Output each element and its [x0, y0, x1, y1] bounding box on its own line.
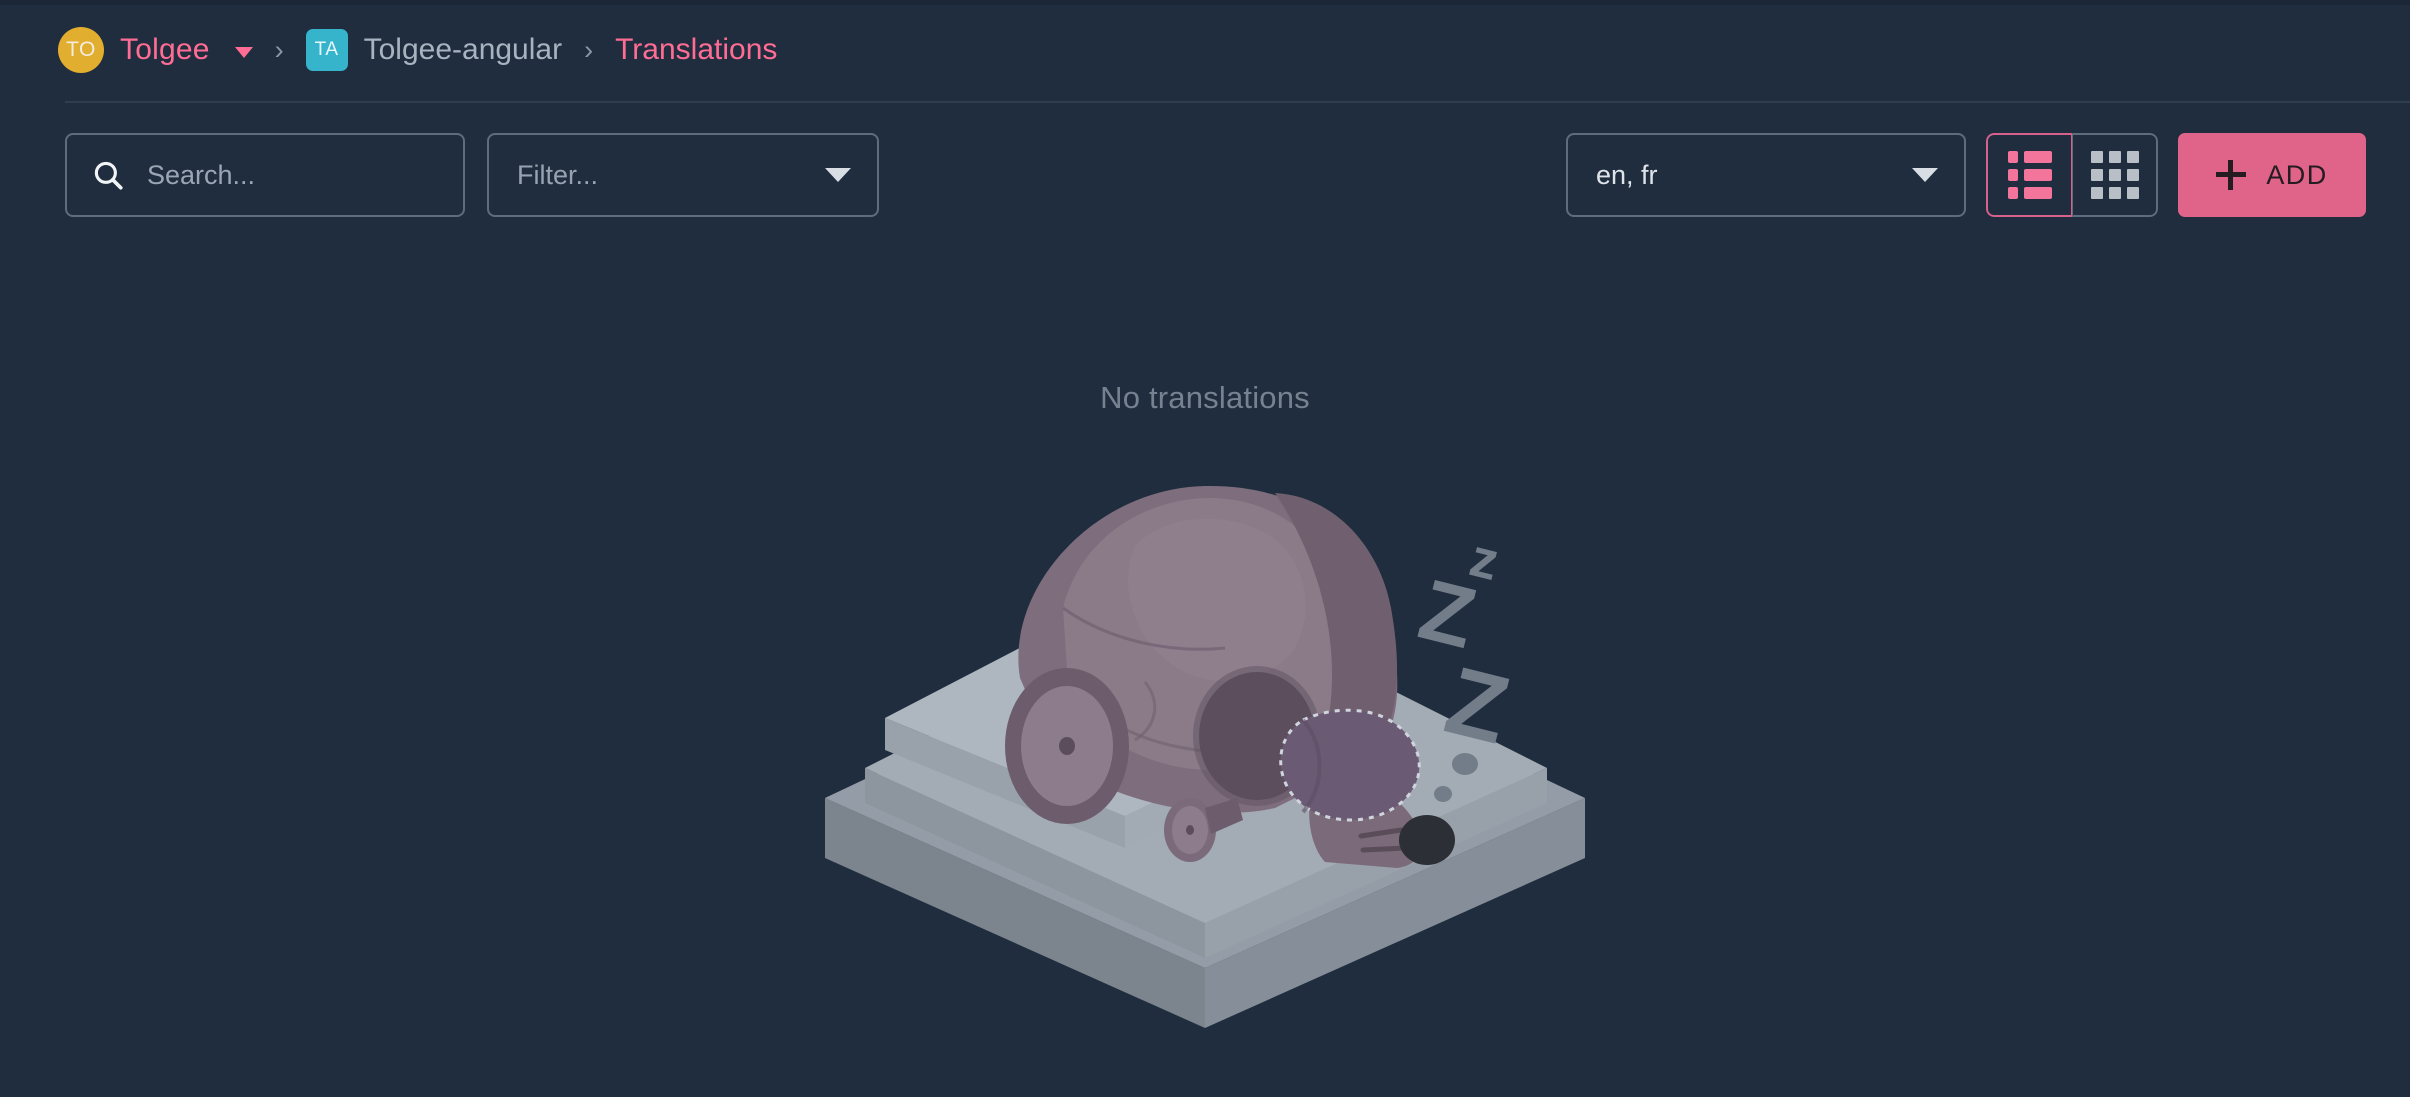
- toolbar-right-group: en, fr ADD: [1566, 133, 2366, 217]
- toolbar-left-group: Search... Filter...: [65, 133, 879, 217]
- breadcrumb: TO Tolgee › TA Tolgee-angular › Translat…: [58, 22, 777, 78]
- project-label: Tolgee-angular: [363, 33, 563, 66]
- breadcrumb-current-page: Translations: [615, 33, 778, 66]
- header-divider: [65, 101, 2410, 103]
- search-input[interactable]: Search...: [65, 133, 465, 217]
- breadcrumb-separator-2: ›: [584, 34, 594, 65]
- view-mode-grid-button[interactable]: [2072, 133, 2158, 217]
- breadcrumb-project[interactable]: TA Tolgee-angular: [305, 29, 563, 71]
- organization-label: Tolgee: [120, 33, 210, 66]
- breadcrumb-organization[interactable]: TO Tolgee: [58, 27, 253, 73]
- add-translation-button[interactable]: ADD: [2178, 133, 2366, 217]
- chevron-down-icon[interactable]: [234, 46, 253, 58]
- search-placeholder: Search...: [147, 159, 256, 190]
- breadcrumb-separator-1: ›: [274, 34, 284, 65]
- sleep-mask: [1279, 708, 1421, 822]
- robot-mouse: [1005, 485, 1455, 868]
- plus-icon: [2216, 160, 2247, 190]
- project-avatar: TA: [305, 29, 348, 71]
- language-select[interactable]: en, fr: [1566, 133, 1966, 217]
- nose: [1399, 815, 1455, 865]
- sleeping-robot-mouse-on-bed-illustration: Z z Z: [825, 485, 1585, 1028]
- empty-state-message: No translations: [1100, 380, 1310, 415]
- empty-state: No translations Z z Z: [0, 380, 2410, 1028]
- svg-text:Z: Z: [1436, 647, 1519, 765]
- translations-toolbar: Search... Filter... en, fr ADD: [0, 133, 2410, 219]
- language-select-value: en, fr: [1596, 159, 1658, 190]
- svg-text:z: z: [1464, 527, 1505, 592]
- filter-select[interactable]: Filter...: [487, 133, 879, 217]
- view-mode-toggle-group: [1986, 133, 2158, 217]
- organization-avatar-initials: TO: [66, 38, 96, 61]
- organization-avatar: TO: [58, 27, 104, 73]
- add-button-label: ADD: [2266, 159, 2328, 190]
- filter-label: Filter...: [517, 159, 599, 190]
- chevron-down-icon: [825, 168, 851, 182]
- search-icon: [94, 161, 123, 190]
- project-avatar-initials: TA: [314, 39, 339, 60]
- view-list-icon: [2007, 151, 2052, 199]
- chevron-down-icon: [1912, 168, 1938, 182]
- view-mode-list-button[interactable]: [1986, 133, 2072, 217]
- view-grid-icon: [2090, 151, 2139, 199]
- translations-page: TO Tolgee › TA Tolgee-angular › Translat…: [0, 0, 2410, 1097]
- top-edge-strip: [0, 0, 2410, 5]
